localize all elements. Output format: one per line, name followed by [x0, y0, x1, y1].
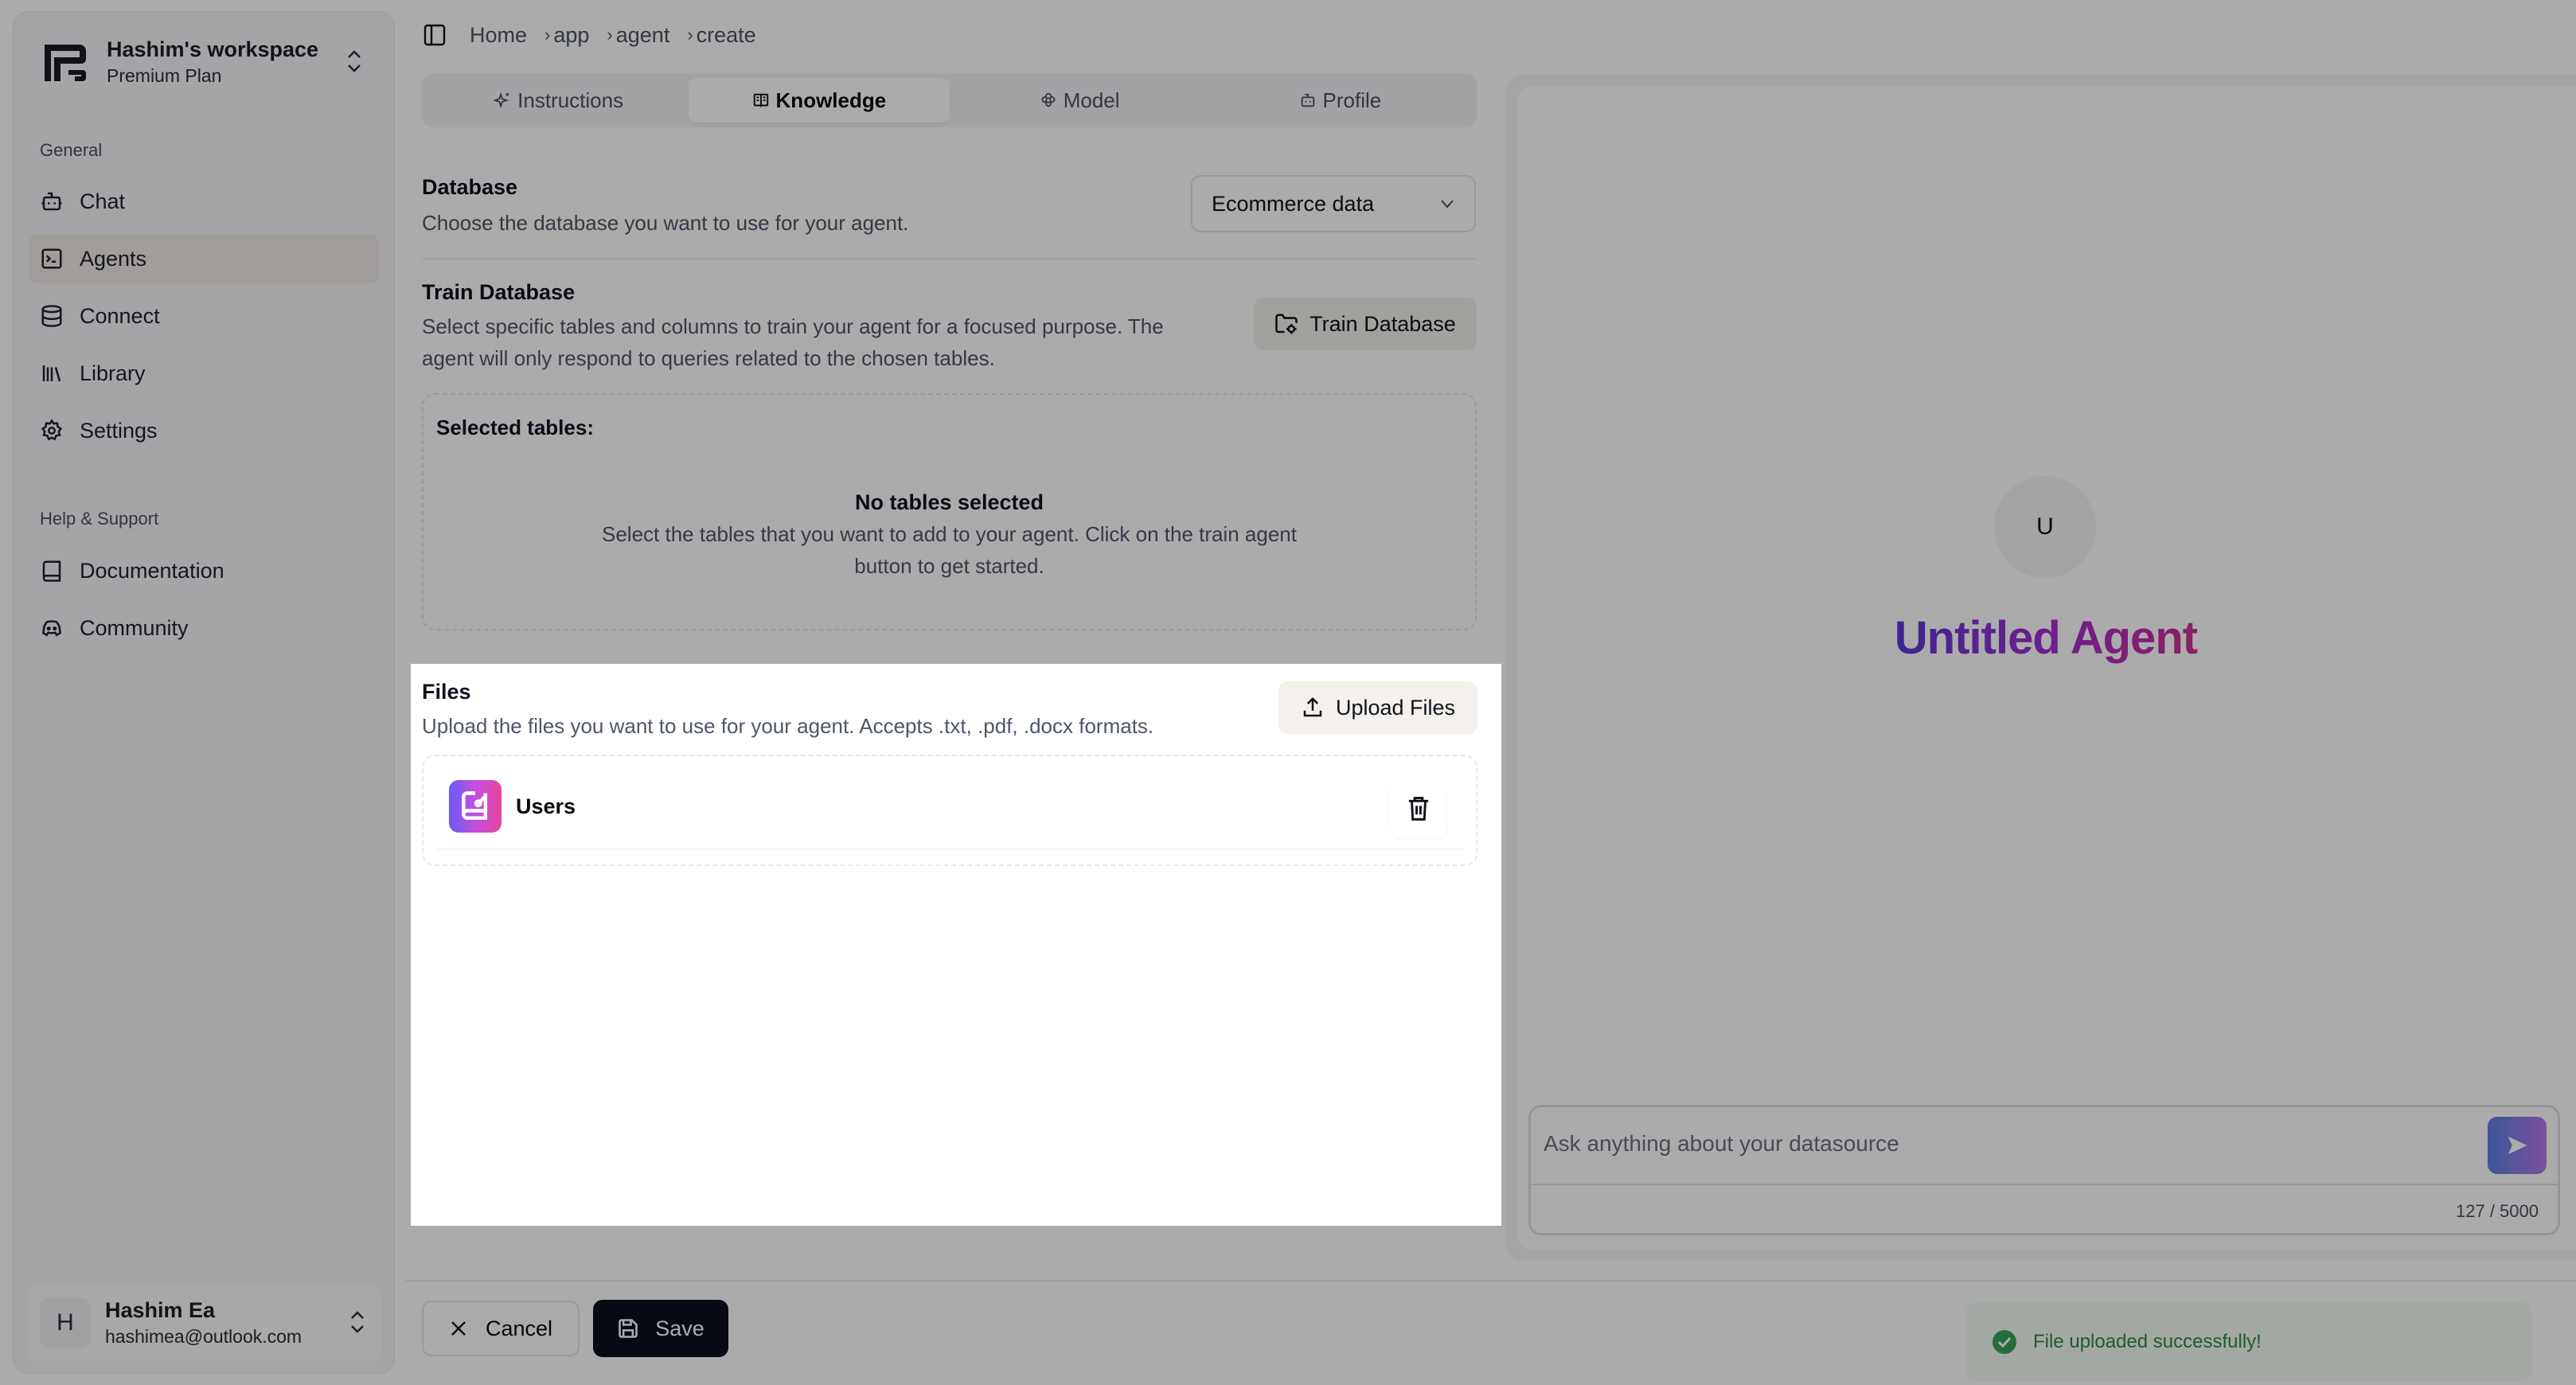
files-title: Files: [422, 680, 471, 704]
overlay-dim: [0, 1226, 2576, 1385]
book-key-icon: [462, 791, 488, 820]
delete-file-button[interactable]: [1390, 780, 1447, 837]
overlay-dim: [0, 664, 411, 1226]
file-icon: [449, 780, 502, 833]
upload-files-label: Upload Files: [1335, 695, 1456, 720]
list-item: Users: [436, 764, 1463, 850]
overlay-dim: [1501, 664, 2576, 1226]
upload-files-button[interactable]: Upload Files: [1278, 681, 1477, 734]
file-name: Users: [516, 794, 576, 818]
upload-icon: [1303, 696, 1322, 717]
files-section: Files Upload the files you want to use f…: [411, 664, 1501, 1226]
trash-icon: [1408, 797, 1429, 821]
files-description: Upload the files you want to use for you…: [422, 714, 1154, 738]
overlay-dim: [0, 0, 2576, 664]
file-list: Users: [422, 755, 1477, 866]
